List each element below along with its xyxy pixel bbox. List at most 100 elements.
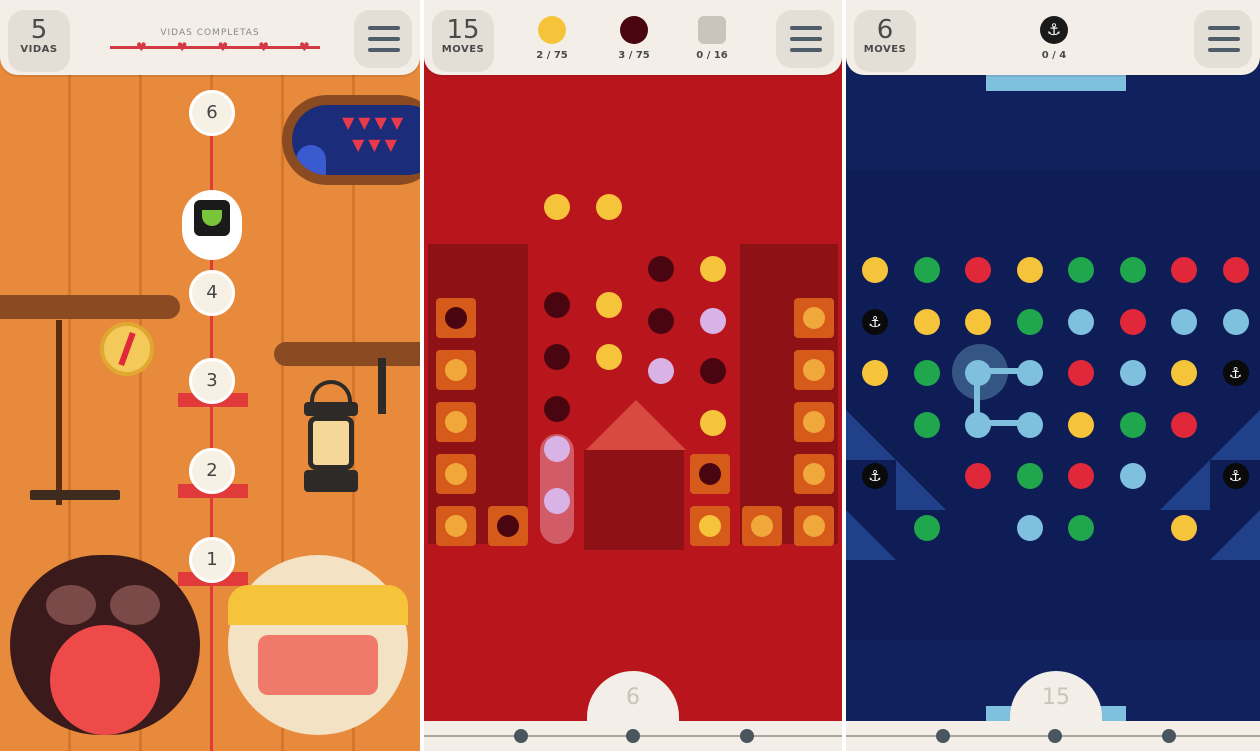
blue-dot[interactable] — [1016, 514, 1043, 541]
anchor-icon[interactable]: ⚓ — [1222, 360, 1249, 386]
anchor-icon: ⚓ — [1040, 16, 1068, 44]
anchor-icon[interactable]: ⚓ — [862, 308, 888, 335]
green-dot[interactable] — [913, 411, 940, 438]
yellow-dot[interactable] — [1068, 411, 1094, 438]
lantern-icon — [300, 380, 362, 500]
blue-dot[interactable] — [1016, 360, 1043, 386]
green-dot[interactable] — [1068, 514, 1094, 541]
left-shelf — [0, 295, 180, 319]
porthole-window: ▼▼▼▼ ▼▼▼ — [282, 95, 420, 185]
red-dot[interactable] — [965, 463, 991, 489]
blue-level-panel: ⚓ ⚓ ⚓ ⚓ 6 MOVES ⚓ 0 / 4 15 — [846, 0, 1260, 751]
key-icon — [378, 358, 386, 414]
bottom-track — [846, 721, 1260, 751]
red-dot[interactable] — [1222, 257, 1249, 283]
yellow-dot[interactable] — [913, 308, 940, 335]
menu-button[interactable] — [776, 10, 834, 68]
track-node[interactable] — [936, 729, 950, 743]
top-bar: 5 VIDAS VIDAS COMPLETAS ♥♥♥♥♥ — [0, 0, 420, 75]
track-node[interactable] — [514, 729, 528, 743]
dark-dot[interactable] — [648, 308, 674, 334]
anchor-icon[interactable]: ⚓ — [1222, 463, 1249, 489]
lilac-dot[interactable] — [700, 308, 726, 334]
bottom-track — [424, 721, 842, 751]
left-wall — [428, 244, 528, 544]
current-level-marker[interactable] — [182, 190, 242, 260]
lilac-dot[interactable] — [544, 436, 570, 462]
level-node-2[interactable]: 2 — [189, 448, 235, 494]
red-dot[interactable] — [1119, 308, 1146, 335]
aviator-character — [10, 555, 200, 735]
menu-button[interactable] — [1194, 10, 1252, 68]
dark-dot[interactable] — [648, 256, 674, 282]
yellow-dot[interactable] — [862, 360, 888, 386]
blue-dot[interactable] — [1119, 463, 1146, 489]
seed-icon — [698, 16, 726, 44]
right-wall — [740, 244, 838, 544]
green-dot[interactable] — [1068, 257, 1094, 283]
blue-dot[interactable] — [1068, 308, 1094, 335]
green-dot[interactable] — [1016, 463, 1043, 489]
green-dot[interactable] — [913, 257, 940, 283]
yellow-dot[interactable] — [965, 308, 991, 335]
yellow-dot[interactable] — [544, 194, 570, 220]
red-dot[interactable] — [1068, 463, 1094, 489]
yellow-dot[interactable] — [862, 257, 888, 283]
right-shelf — [274, 342, 420, 366]
center-block — [584, 450, 684, 550]
heart-icons: ♥♥♥♥♥ — [136, 40, 340, 54]
dark-dot[interactable] — [544, 396, 570, 422]
green-dot[interactable] — [1016, 308, 1043, 335]
lilac-dot[interactable] — [544, 488, 570, 514]
blue-dot[interactable] — [1222, 308, 1249, 335]
green-dot[interactable] — [1119, 257, 1146, 283]
yellow-dot[interactable] — [1171, 514, 1197, 541]
yellow-dot[interactable] — [1171, 360, 1197, 386]
top-water-block — [986, 75, 1126, 91]
map-panel: ▼▼▼▼ ▼▼▼ 6 4 3 2 1 5 VIDAS VIDAS COMPLET… — [0, 0, 420, 751]
red-level-panel: 15 MOVES 2 / 75 3 / 75 0 / 16 6 — [424, 0, 842, 751]
green-dot[interactable] — [913, 360, 940, 386]
red-dot[interactable] — [1171, 411, 1197, 438]
yellow-dot[interactable] — [1016, 257, 1043, 283]
goal-anchor: ⚓ 0 / 4 — [1024, 16, 1084, 61]
level-node-3[interactable]: 3 — [189, 358, 235, 404]
blue-dot[interactable] — [1016, 411, 1043, 438]
level-node-4[interactable]: 4 — [189, 270, 235, 316]
yellow-dot[interactable] — [596, 194, 622, 220]
ice-axe — [56, 320, 62, 505]
dark-dot[interactable] — [700, 358, 726, 384]
sailor-character — [228, 555, 408, 735]
goal-yellow: 2 / 75 — [522, 16, 582, 61]
goal-dark: 3 / 75 — [604, 16, 664, 61]
moves-counter: 15 MOVES — [432, 10, 494, 72]
anchor-icon[interactable]: ⚓ — [862, 463, 888, 489]
track-node[interactable] — [626, 729, 640, 743]
red-dot[interactable] — [1068, 360, 1094, 386]
blue-dot[interactable] — [965, 360, 991, 386]
dark-dot-icon — [620, 16, 648, 44]
level-node-6[interactable]: 6 — [189, 90, 235, 136]
yellow-dot[interactable] — [700, 256, 726, 282]
moves-counter: 6 MOVES — [854, 10, 916, 72]
track-node[interactable] — [1162, 729, 1176, 743]
blue-dot[interactable] — [1119, 360, 1146, 386]
island-icon — [194, 200, 230, 236]
red-dot[interactable] — [1171, 257, 1197, 283]
lilac-dot[interactable] — [648, 358, 674, 384]
track-node[interactable] — [1048, 729, 1062, 743]
track-node[interactable] — [740, 729, 754, 743]
yellow-dot[interactable] — [700, 410, 726, 436]
level-node-1[interactable]: 1 — [189, 537, 235, 583]
yellow-dot[interactable] — [596, 344, 622, 370]
green-dot[interactable] — [913, 514, 940, 541]
lives-counter: 5 VIDAS — [8, 10, 70, 72]
dark-dot[interactable] — [544, 344, 570, 370]
menu-button[interactable] — [354, 10, 412, 68]
green-dot[interactable] — [1119, 411, 1146, 438]
dark-dot[interactable] — [544, 292, 570, 318]
yellow-dot[interactable] — [596, 292, 622, 318]
blue-dot[interactable] — [965, 411, 991, 438]
red-dot[interactable] — [965, 257, 991, 283]
blue-dot[interactable] — [1171, 308, 1197, 335]
